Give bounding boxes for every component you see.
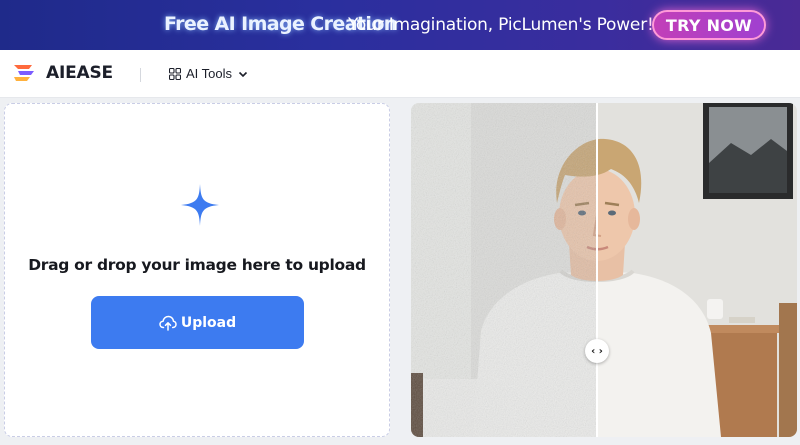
comparison-divider[interactable] bbox=[596, 103, 598, 437]
upload-button-label: Upload bbox=[180, 314, 237, 331]
upload-button[interactable]: Upload bbox=[91, 296, 304, 349]
sample-photo bbox=[411, 103, 797, 437]
brand-logo[interactable]: AIEASE bbox=[12, 63, 113, 83]
ai-tools-menu[interactable]: AI Tools bbox=[169, 66, 248, 81]
banner-tagline: Your Imagination, PicLumen's Power! bbox=[348, 15, 654, 35]
chevron-down-icon bbox=[238, 71, 248, 77]
comparison-slider-handle[interactable]: ‹ › bbox=[585, 339, 609, 363]
nav-divider bbox=[140, 68, 141, 82]
upload-prompt: Drag or drop your image here to upload bbox=[28, 256, 366, 274]
try-now-button[interactable]: TRY NOW bbox=[652, 10, 766, 40]
cloud-upload-icon bbox=[159, 315, 177, 331]
before-after-comparison[interactable]: ‹ › bbox=[411, 103, 797, 437]
ai-tools-label: AI Tools bbox=[186, 66, 233, 81]
brand-name: AIEASE bbox=[46, 63, 113, 83]
promo-banner[interactable]: Free AI Image Creation Your Imagination,… bbox=[0, 0, 800, 50]
plus-icon bbox=[181, 184, 219, 226]
grid-icon bbox=[169, 67, 181, 80]
top-navbar: AIEASE AI Tools bbox=[0, 50, 800, 98]
upload-dropzone[interactable]: Drag or drop your image here to upload U… bbox=[4, 103, 390, 437]
logo-icon bbox=[12, 63, 38, 83]
